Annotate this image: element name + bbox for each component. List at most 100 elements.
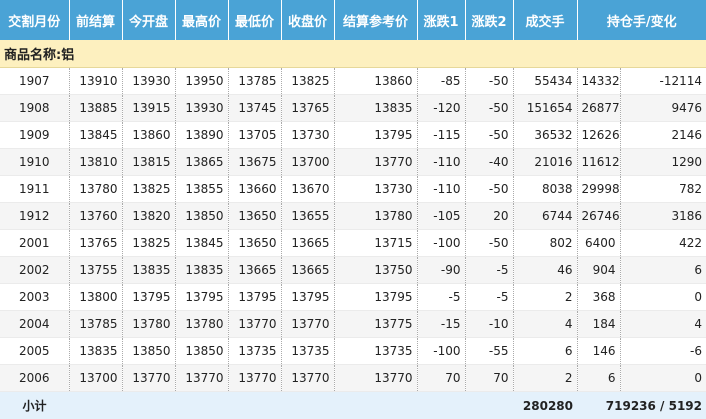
cell-settle-ref: 13750 [334,257,417,284]
header-volume[interactable]: 成交手 [513,0,577,40]
header-change1[interactable]: 涨跌1 [417,0,465,40]
cell-low: 13770 [228,365,281,392]
cell-settle-ref: 13770 [334,149,417,176]
cell-oi-change: 1290 [620,149,706,176]
cell-change1: -110 [417,149,465,176]
cell-change1: -115 [417,122,465,149]
cell-volume: 4 [513,311,577,338]
cell-open: 13850 [122,338,175,365]
cell-prev-settle: 13885 [69,95,122,122]
cell-delivery-month: 1909 [0,122,69,149]
cell-high: 13795 [175,284,228,311]
cell-low: 13665 [228,257,281,284]
group-row: 商品名称:铝 [0,40,706,68]
cell-open-interest: 184 [577,311,620,338]
cell-prev-settle: 13780 [69,176,122,203]
cell-change1: -5 [417,284,465,311]
cell-low: 13785 [228,68,281,95]
table-row: 2004137851378013780137701377013775-15-10… [0,311,706,338]
cell-prev-settle: 13910 [69,68,122,95]
cell-volume: 6 [513,338,577,365]
table-row: 1907139101393013950137851382513860-85-50… [0,68,706,95]
cell-open: 13780 [122,311,175,338]
cell-open-interest: 368 [577,284,620,311]
cell-high: 13780 [175,311,228,338]
header-change2[interactable]: 涨跌2 [465,0,513,40]
cell-change2: 20 [465,203,513,230]
cell-delivery-month: 1910 [0,149,69,176]
cell-open: 13860 [122,122,175,149]
cell-delivery-month: 2003 [0,284,69,311]
cell-volume: 36532 [513,122,577,149]
cell-change1: -110 [417,176,465,203]
cell-change2: -10 [465,311,513,338]
cell-high: 13950 [175,68,228,95]
cell-low: 13795 [228,284,281,311]
subtotal-open-interest: 719236 / 5192 [577,392,706,419]
cell-open: 13815 [122,149,175,176]
cell-prev-settle: 13785 [69,311,122,338]
cell-close: 13670 [281,176,334,203]
cell-volume: 55434 [513,68,577,95]
cell-settle-ref: 13795 [334,122,417,149]
header-prev-settle[interactable]: 前结算 [69,0,122,40]
cell-open-interest: 26746 [577,203,620,230]
subtotal-spacer [69,392,513,419]
cell-close: 13700 [281,149,334,176]
cell-prev-settle: 13755 [69,257,122,284]
header-open[interactable]: 今开盘 [122,0,175,40]
cell-volume: 21016 [513,149,577,176]
cell-change2: -40 [465,149,513,176]
cell-oi-change: 3186 [620,203,706,230]
cell-open-interest: 6 [577,365,620,392]
cell-open-interest: 268772 [577,95,620,122]
cell-settle-ref: 13835 [334,95,417,122]
cell-volume: 8038 [513,176,577,203]
cell-change2: -5 [465,284,513,311]
header-open-interest[interactable]: 持仓手/变化 [577,0,706,40]
cell-open: 13795 [122,284,175,311]
header-delivery-month[interactable]: 交割月份 [0,0,69,40]
cell-oi-change: 9476 [620,95,706,122]
cell-oi-change: -12114 [620,68,706,95]
header-low[interactable]: 最低价 [228,0,281,40]
cell-oi-change: 6 [620,257,706,284]
header-settle-ref[interactable]: 结算参考价 [334,0,417,40]
cell-delivery-month: 1908 [0,95,69,122]
table-row: 1908138851391513930137451376513835-120-5… [0,95,706,122]
cell-high: 13835 [175,257,228,284]
header-high[interactable]: 最高价 [175,0,228,40]
cell-low: 13705 [228,122,281,149]
cell-delivery-month: 2006 [0,365,69,392]
cell-change2: -55 [465,338,513,365]
cell-change1: -120 [417,95,465,122]
cell-open: 13820 [122,203,175,230]
cell-close: 13825 [281,68,334,95]
table-row: 1910138101381513865136751370013770-110-4… [0,149,706,176]
cell-volume: 802 [513,230,577,257]
cell-settle-ref: 13715 [334,230,417,257]
cell-high: 13770 [175,365,228,392]
cell-change2: -50 [465,176,513,203]
cell-settle-ref: 13730 [334,176,417,203]
cell-high: 13930 [175,95,228,122]
cell-open-interest: 904 [577,257,620,284]
cell-change2: -50 [465,230,513,257]
cell-low: 13675 [228,149,281,176]
table-body: 商品名称:铝 190713910139301395013785138251386… [0,40,706,392]
header-row: 交割月份 前结算 今开盘 最高价 最低价 收盘价 结算参考价 涨跌1 涨跌2 成… [0,0,706,40]
cell-change1: -105 [417,203,465,230]
table-row: 2005138351385013850137351373513735-100-5… [0,338,706,365]
cell-close: 13655 [281,203,334,230]
cell-open-interest: 126268 [577,122,620,149]
cell-close: 13665 [281,257,334,284]
cell-delivery-month: 1907 [0,68,69,95]
cell-close: 13665 [281,230,334,257]
cell-change2: -50 [465,68,513,95]
cell-close: 13735 [281,338,334,365]
cell-settle-ref: 13775 [334,311,417,338]
cell-change1: 70 [417,365,465,392]
table-row: 2002137551383513835136651366513750-90-54… [0,257,706,284]
cell-open-interest: 29998 [577,176,620,203]
header-close[interactable]: 收盘价 [281,0,334,40]
